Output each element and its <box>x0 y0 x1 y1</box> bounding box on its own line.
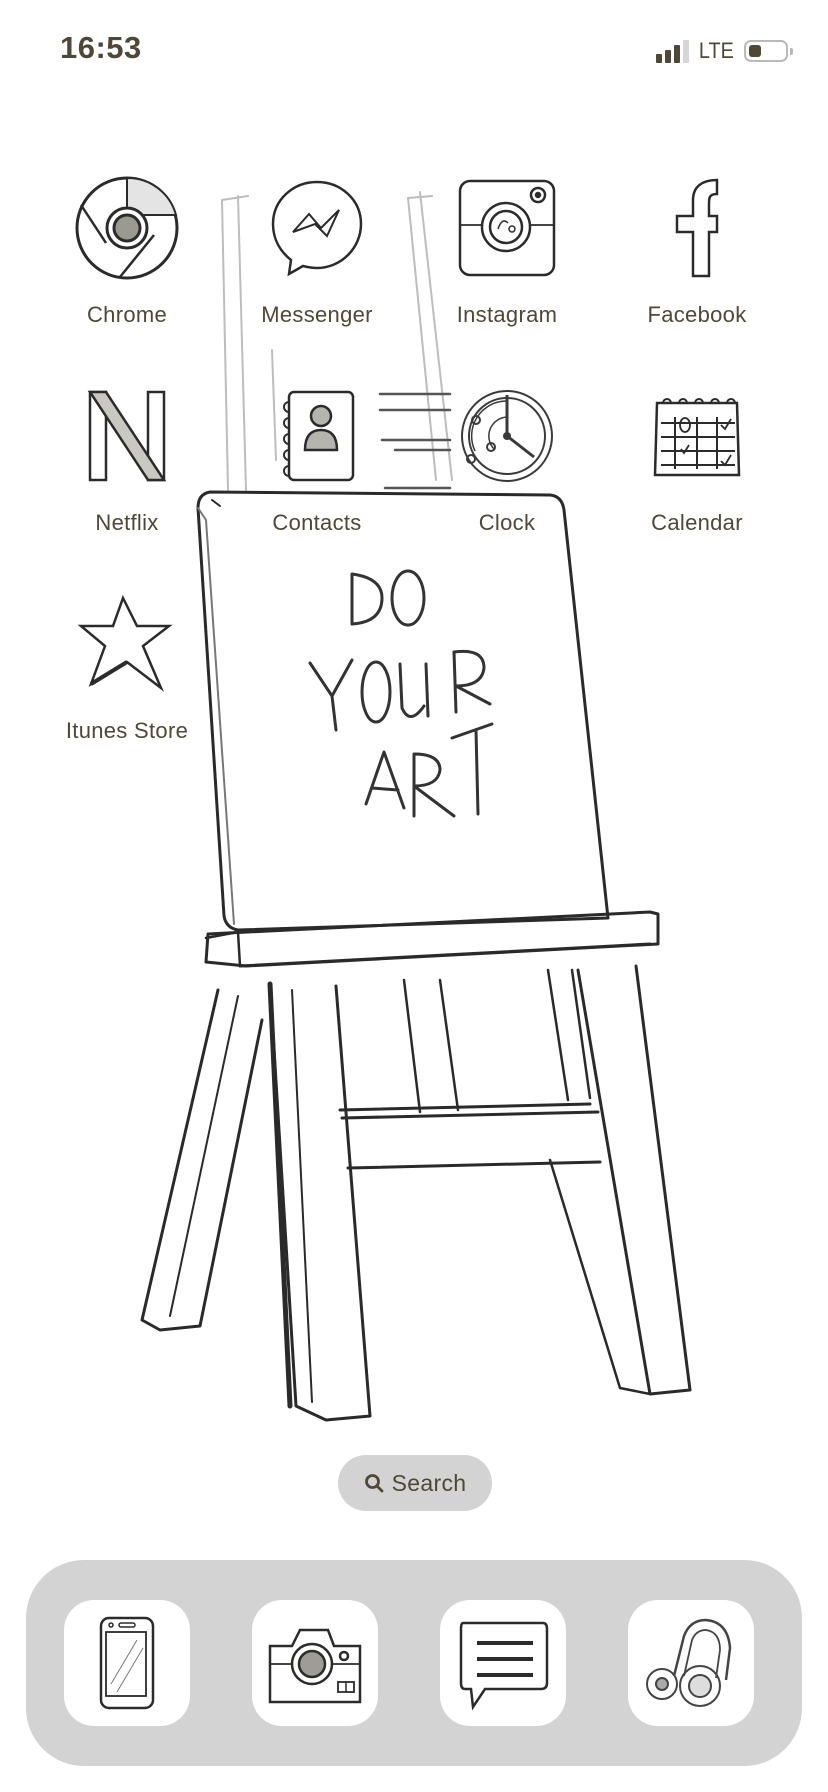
contacts-icon <box>257 376 377 496</box>
chrome-icon <box>67 168 187 288</box>
app-label: Netflix <box>95 510 159 535</box>
app-contacts[interactable]: Contacts <box>232 376 402 536</box>
battery-icon <box>744 40 793 62</box>
app-label: Instagram <box>456 302 558 327</box>
message-icon <box>459 1621 549 1711</box>
app-clock[interactable]: Clock <box>422 376 592 536</box>
dock-app-messages[interactable] <box>440 1600 566 1726</box>
app-label: Contacts <box>272 510 362 535</box>
app-itunes-store[interactable]: Itunes Store <box>42 584 212 744</box>
app-label: Clock <box>478 510 536 535</box>
status-indicators: LTE <box>656 38 793 64</box>
calendar-icon <box>637 376 757 496</box>
network-type: LTE <box>699 38 735 63</box>
dock-app-music[interactable] <box>628 1600 754 1726</box>
headphones-icon <box>646 1618 732 1707</box>
search-label: Search <box>391 1469 467 1496</box>
messenger-icon <box>257 168 377 288</box>
clock-icon <box>447 376 567 496</box>
search-button[interactable]: Search <box>338 1455 492 1511</box>
app-label: Chrome <box>86 302 168 327</box>
camera-icon <box>268 1628 362 1704</box>
star-icon <box>67 584 187 704</box>
phone-icon <box>99 1616 155 1710</box>
dock <box>26 1560 802 1766</box>
netflix-icon <box>67 376 187 496</box>
app-netflix[interactable]: Netflix <box>42 376 212 536</box>
app-instagram[interactable]: Instagram <box>422 168 592 328</box>
app-messenger[interactable]: Messenger <box>232 168 402 328</box>
instagram-icon <box>447 168 567 288</box>
status-time: 16:53 <box>60 30 142 65</box>
dock-app-camera[interactable] <box>252 1600 378 1726</box>
app-calendar[interactable]: Calendar <box>612 376 782 536</box>
status-bar: 16:53 LTE <box>0 0 828 100</box>
search-icon <box>364 1474 384 1493</box>
dock-app-phone[interactable] <box>64 1600 190 1726</box>
app-label: Facebook <box>647 302 747 327</box>
app-facebook[interactable]: Facebook <box>612 168 782 328</box>
facebook-icon <box>637 168 757 288</box>
app-label: Messenger <box>261 302 373 327</box>
app-label: Calendar <box>651 510 743 535</box>
app-chrome[interactable]: Chrome <box>42 168 212 328</box>
battery-level <box>749 45 761 57</box>
app-label: Itunes Store <box>65 718 189 743</box>
cellular-signal-icon <box>656 39 690 63</box>
